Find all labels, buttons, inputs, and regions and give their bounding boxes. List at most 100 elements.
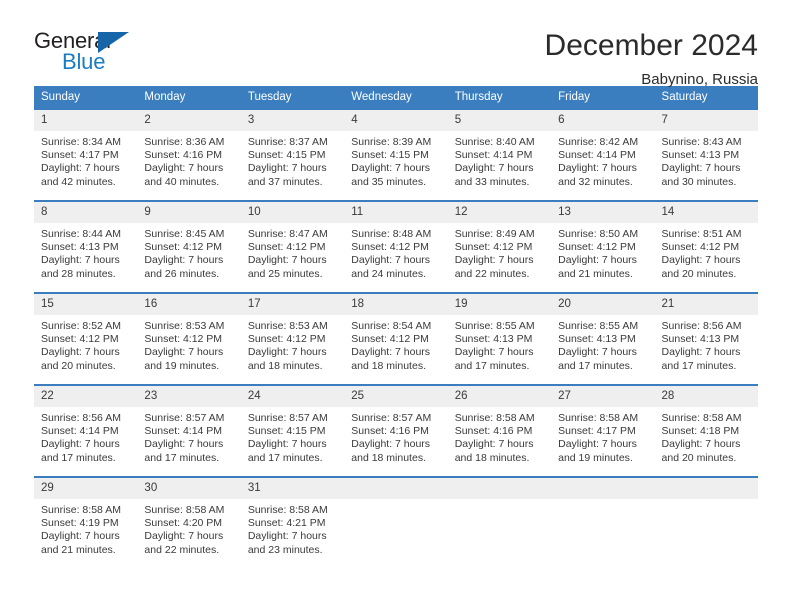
day-info: Sunrise: 8:51 AM Sunset: 4:12 PM Dayligh…	[655, 223, 758, 281]
daylight-text-line1: Daylight: 7 hours	[454, 162, 534, 175]
sunrise-text: Sunrise: 8:44 AM	[41, 228, 121, 240]
day-number: 22	[34, 386, 138, 407]
day-number: 19	[447, 294, 552, 315]
daylight-text-line1: Daylight: 7 hours	[144, 530, 224, 543]
day-cell[interactable]: 14 Sunrise: 8:51 AM Sunset: 4:12 PM Dayl…	[654, 200, 758, 293]
sunset-text: Sunset: 4:19 PM	[41, 517, 119, 530]
day-cell[interactable]: 29 Sunrise: 8:58 AM Sunset: 4:19 PM Dayl…	[34, 476, 138, 568]
day-cell[interactable]: 18 Sunrise: 8:54 AM Sunset: 4:12 PM Dayl…	[344, 292, 448, 385]
day-cell[interactable]: 7 Sunrise: 8:43 AM Sunset: 4:13 PM Dayli…	[654, 108, 758, 201]
day-cell[interactable]: 10 Sunrise: 8:47 AM Sunset: 4:12 PM Dayl…	[240, 200, 345, 293]
sunset-text: Sunset: 4:14 PM	[454, 149, 533, 162]
day-cell[interactable]: 31 Sunrise: 8:58 AM Sunset: 4:21 PM Dayl…	[240, 476, 345, 568]
daylight-text-line2: and 19 minutes.	[144, 359, 220, 372]
sunrise-text: Sunrise: 8:58 AM	[661, 412, 742, 424]
weekday-header-tuesday: Tuesday	[240, 86, 345, 109]
day-cell[interactable]: 6 Sunrise: 8:42 AM Sunset: 4:14 PM Dayli…	[551, 108, 655, 201]
day-cell[interactable]: 19 Sunrise: 8:55 AM Sunset: 4:13 PM Dayl…	[447, 292, 552, 385]
day-info: Sunrise: 8:52 AM Sunset: 4:12 PM Dayligh…	[34, 315, 137, 373]
day-info: Sunrise: 8:58 AM Sunset: 4:17 PM Dayligh…	[551, 407, 654, 465]
sunrise-text: Sunrise: 8:58 AM	[558, 412, 639, 424]
day-number	[344, 478, 448, 499]
day-number: 8	[34, 202, 138, 223]
sunrise-text: Sunrise: 8:47 AM	[247, 228, 328, 240]
day-cell[interactable]: 11 Sunrise: 8:48 AM Sunset: 4:12 PM Dayl…	[344, 200, 448, 293]
day-cell[interactable]: 27 Sunrise: 8:58 AM Sunset: 4:17 PM Dayl…	[551, 384, 655, 477]
day-cell[interactable]: 28 Sunrise: 8:58 AM Sunset: 4:18 PM Dayl…	[654, 384, 758, 477]
sunrise-text: Sunrise: 8:57 AM	[351, 412, 432, 424]
daylight-text-line1: Daylight: 7 hours	[558, 162, 637, 175]
daylight-text-line1: Daylight: 7 hours	[454, 346, 534, 359]
day-cell[interactable]: 30 Sunrise: 8:58 AM Sunset: 4:20 PM Dayl…	[137, 476, 241, 568]
sunset-text: Sunset: 4:12 PM	[144, 333, 223, 346]
day-cell[interactable]: 25 Sunrise: 8:57 AM Sunset: 4:16 PM Dayl…	[344, 384, 448, 477]
daylight-text-line2: and 42 minutes.	[41, 175, 116, 188]
day-cell[interactable]: 15 Sunrise: 8:52 AM Sunset: 4:12 PM Dayl…	[34, 292, 138, 385]
day-number	[551, 478, 655, 499]
sunrise-text: Sunrise: 8:42 AM	[558, 136, 639, 148]
day-cell[interactable]: 8 Sunrise: 8:44 AM Sunset: 4:13 PM Dayli…	[34, 200, 138, 293]
day-cell[interactable]: 5 Sunrise: 8:40 AM Sunset: 4:14 PM Dayli…	[447, 108, 552, 201]
day-cell[interactable]: 13 Sunrise: 8:50 AM Sunset: 4:12 PM Dayl…	[551, 200, 655, 293]
daylight-text-line2: and 17 minutes.	[558, 359, 633, 372]
day-cell[interactable]: 22 Sunrise: 8:56 AM Sunset: 4:14 PM Dayl…	[34, 384, 138, 477]
day-cell[interactable]: 23 Sunrise: 8:57 AM Sunset: 4:14 PM Dayl…	[137, 384, 241, 477]
page-header: General Blue December 2024 Babynino, Rus…	[0, 0, 792, 88]
sunset-text: Sunset: 4:16 PM	[351, 425, 429, 438]
day-info: Sunrise: 8:53 AM Sunset: 4:12 PM Dayligh…	[137, 315, 240, 373]
day-number: 16	[137, 294, 241, 315]
day-number: 21	[654, 294, 758, 315]
day-number: 7	[654, 110, 758, 131]
sunset-text: Sunset: 4:12 PM	[351, 333, 429, 346]
sunrise-text: Sunrise: 8:58 AM	[144, 504, 225, 516]
sunrise-text: Sunrise: 8:49 AM	[454, 228, 535, 240]
day-info: Sunrise: 8:53 AM Sunset: 4:12 PM Dayligh…	[241, 315, 344, 373]
sunrise-text: Sunrise: 8:36 AM	[144, 136, 225, 148]
day-info: Sunrise: 8:58 AM Sunset: 4:16 PM Dayligh…	[448, 407, 551, 465]
daylight-text-line2: and 17 minutes.	[247, 451, 323, 464]
day-info: Sunrise: 8:44 AM Sunset: 4:13 PM Dayligh…	[34, 223, 137, 281]
sunset-text: Sunset: 4:12 PM	[661, 241, 740, 254]
day-number: 20	[551, 294, 655, 315]
weekday-header-thursday: Thursday	[447, 86, 552, 109]
daylight-text-line1: Daylight: 7 hours	[351, 438, 431, 451]
day-cell[interactable]: 2 Sunrise: 8:36 AM Sunset: 4:16 PM Dayli…	[137, 108, 241, 201]
day-cell[interactable]: 20 Sunrise: 8:55 AM Sunset: 4:13 PM Dayl…	[551, 292, 655, 385]
sunrise-text: Sunrise: 8:34 AM	[41, 136, 121, 148]
day-info: Sunrise: 8:58 AM Sunset: 4:20 PM Dayligh…	[137, 499, 240, 557]
calendar-week-row: 1 Sunrise: 8:34 AM Sunset: 4:17 PM Dayli…	[34, 108, 758, 201]
daylight-text-line2: and 17 minutes.	[41, 451, 116, 464]
daylight-text-line2: and 22 minutes.	[454, 267, 530, 280]
day-number: 2	[137, 110, 241, 131]
daylight-text-line1: Daylight: 7 hours	[144, 346, 224, 359]
day-cell[interactable]: 9 Sunrise: 8:45 AM Sunset: 4:12 PM Dayli…	[137, 200, 241, 293]
day-cell[interactable]: 24 Sunrise: 8:57 AM Sunset: 4:15 PM Dayl…	[240, 384, 345, 477]
sunrise-text: Sunrise: 8:37 AM	[247, 136, 328, 148]
daylight-text-line2: and 33 minutes.	[454, 175, 530, 188]
day-cell[interactable]: 3 Sunrise: 8:37 AM Sunset: 4:15 PM Dayli…	[240, 108, 345, 201]
day-cell[interactable]: 17 Sunrise: 8:53 AM Sunset: 4:12 PM Dayl…	[240, 292, 345, 385]
day-number: 9	[137, 202, 241, 223]
page-title: December 2024	[544, 29, 758, 62]
day-cell[interactable]: 1 Sunrise: 8:34 AM Sunset: 4:17 PM Dayli…	[34, 108, 138, 201]
day-number: 5	[447, 110, 552, 131]
daylight-text-line2: and 18 minutes.	[454, 451, 530, 464]
day-info: Sunrise: 8:55 AM Sunset: 4:13 PM Dayligh…	[448, 315, 551, 373]
sunrise-text: Sunrise: 8:57 AM	[144, 412, 225, 424]
sunrise-text: Sunrise: 8:51 AM	[661, 228, 742, 240]
day-cell[interactable]: 26 Sunrise: 8:58 AM Sunset: 4:16 PM Dayl…	[447, 384, 552, 477]
sunset-text: Sunset: 4:13 PM	[661, 333, 740, 346]
general-blue-logo[interactable]: General Blue	[34, 28, 144, 74]
day-info: Sunrise: 8:57 AM Sunset: 4:14 PM Dayligh…	[137, 407, 240, 465]
day-cell[interactable]: 16 Sunrise: 8:53 AM Sunset: 4:12 PM Dayl…	[137, 292, 241, 385]
day-info: Sunrise: 8:36 AM Sunset: 4:16 PM Dayligh…	[137, 131, 240, 189]
sunset-text: Sunset: 4:13 PM	[41, 241, 119, 254]
daylight-text-line1: Daylight: 7 hours	[558, 254, 637, 267]
daylight-text-line2: and 32 minutes.	[558, 175, 633, 188]
day-cell[interactable]: 4 Sunrise: 8:39 AM Sunset: 4:15 PM Dayli…	[344, 108, 448, 201]
sunset-text: Sunset: 4:14 PM	[144, 425, 223, 438]
sunset-text: Sunset: 4:16 PM	[454, 425, 533, 438]
day-cell[interactable]: 12 Sunrise: 8:49 AM Sunset: 4:12 PM Dayl…	[447, 200, 552, 293]
day-cell[interactable]: 21 Sunrise: 8:56 AM Sunset: 4:13 PM Dayl…	[654, 292, 758, 385]
daylight-text-line2: and 17 minutes.	[661, 359, 737, 372]
